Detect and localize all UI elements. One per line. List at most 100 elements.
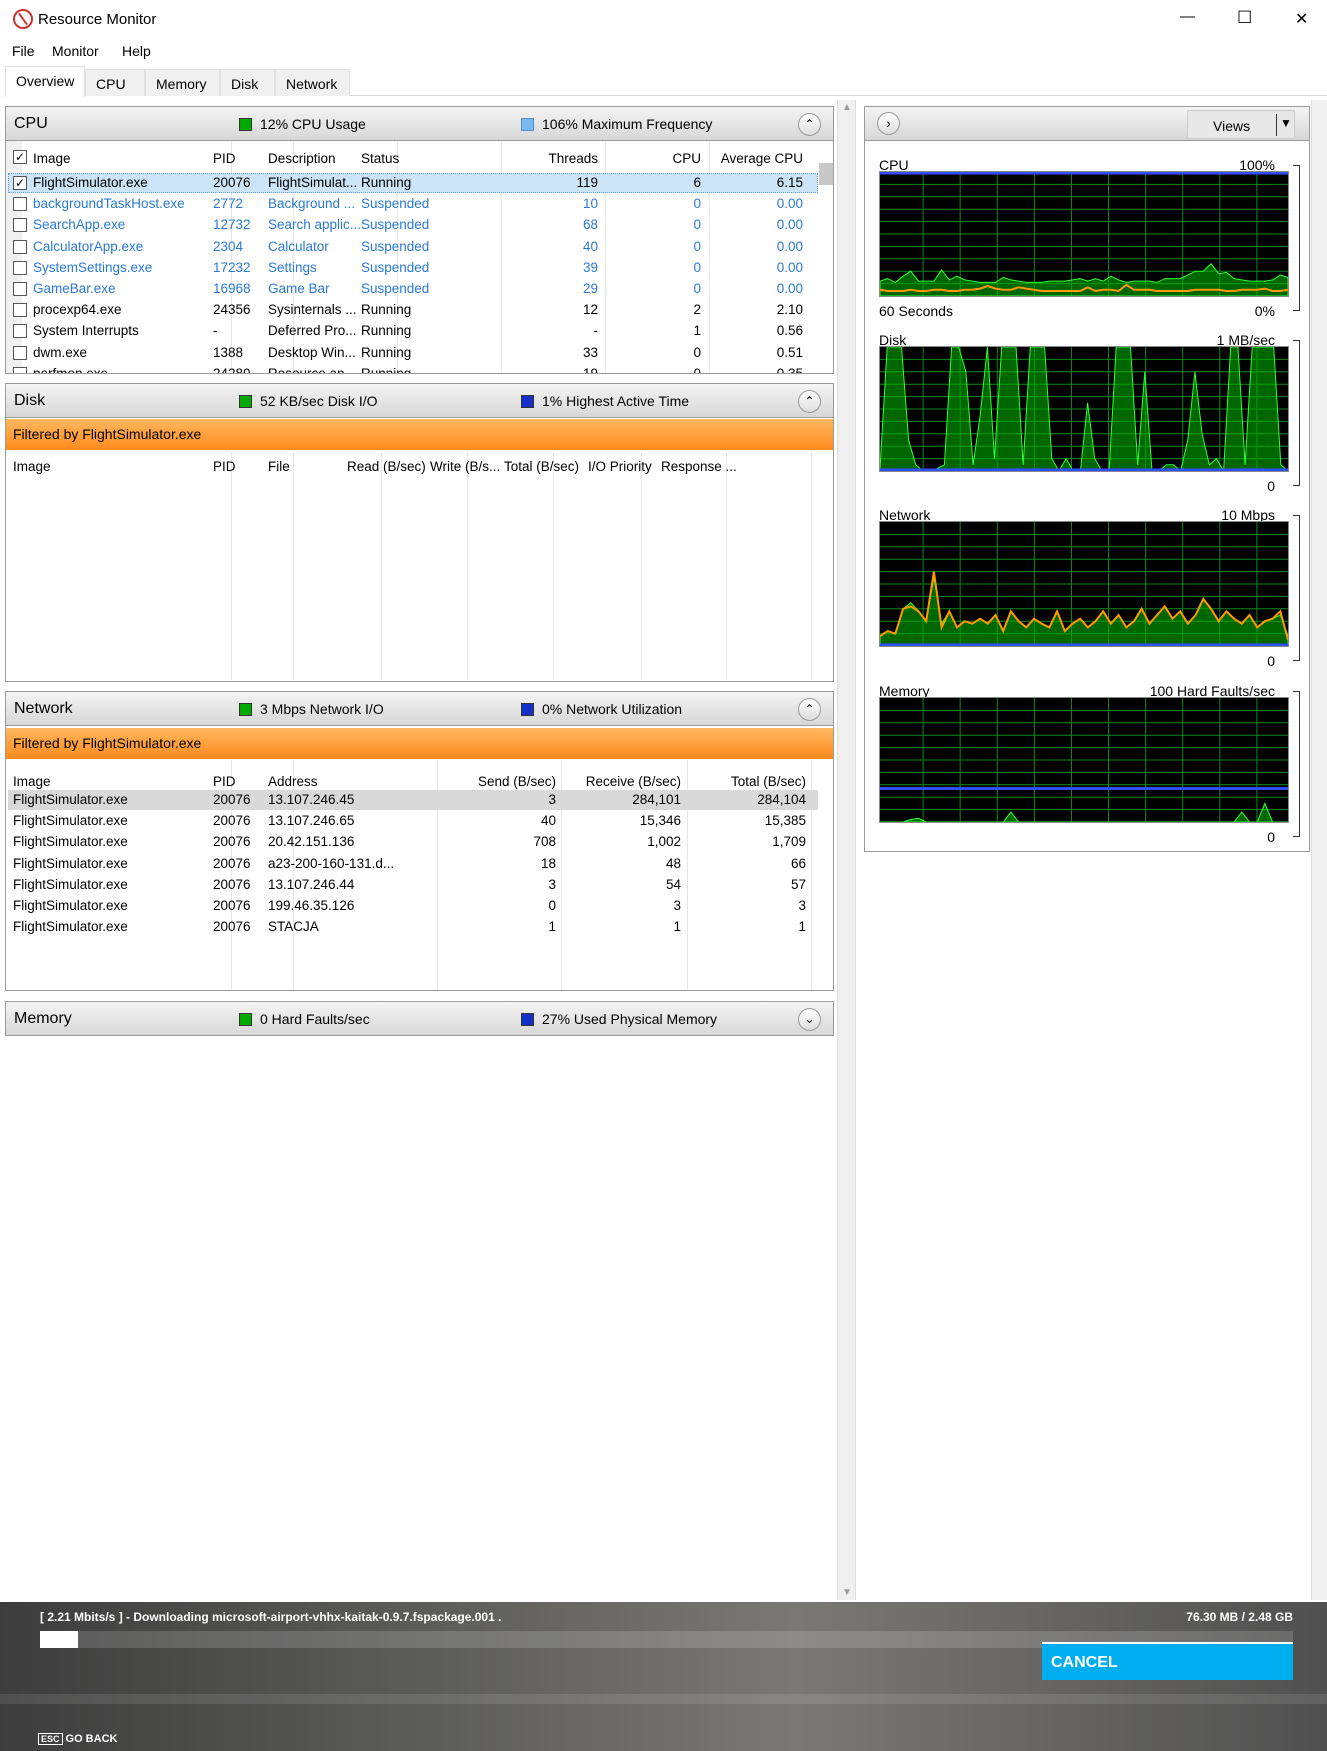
table-cell: 24356 (213, 302, 251, 318)
row-checkbox[interactable] (13, 303, 27, 318)
column-header[interactable]: Threads (498, 151, 598, 166)
table-cell: Running (361, 365, 412, 374)
menu-bar: File Monitor Help (0, 40, 1327, 64)
column-header[interactable]: CPU (601, 151, 701, 166)
row-checkbox[interactable] (13, 324, 27, 339)
column-header[interactable]: Average CPU (703, 151, 803, 166)
table-cell: perfmon.exe (33, 365, 109, 374)
row-checkbox[interactable] (13, 345, 27, 360)
table-cell: 18 (540, 855, 556, 871)
disk-filter-banner: Filtered by FlightSimulator.exe (6, 419, 833, 450)
column-header[interactable]: Write (B/s... (430, 459, 500, 474)
cpu-usage-text: 12% CPU Usage (260, 116, 366, 132)
menu-monitor[interactable]: Monitor (52, 43, 99, 59)
table-cell: Search applic... (268, 217, 362, 233)
views-button[interactable]: Views ▼ (1187, 110, 1295, 139)
scroll-up-icon[interactable]: ▲ (842, 102, 852, 113)
row-checkbox[interactable] (13, 366, 27, 373)
table-cell: 0.51 (776, 344, 803, 360)
table-cell: Suspended (361, 196, 430, 212)
table-cell: 6 (693, 175, 701, 190)
row-checkbox[interactable] (13, 197, 27, 212)
scrollbar-thumb[interactable] (819, 163, 833, 185)
disk-section-header[interactable]: Disk 52 KB/sec Disk I/O 1% Highest Activ… (5, 383, 834, 418)
expand-icon[interactable]: ⌄ (798, 1008, 821, 1031)
column-header[interactable]: Send (B/sec) (436, 774, 556, 789)
minimize-button[interactable]: — (1180, 8, 1195, 25)
column-header[interactable]: PID (213, 151, 236, 166)
table-cell: 1 (798, 919, 806, 935)
column-header[interactable]: Description (268, 151, 336, 166)
table-cell: 20076 (213, 919, 251, 935)
left-pane-scrollbar[interactable]: ▲ ▼ (837, 100, 856, 1600)
table-cell: 2.10 (776, 302, 803, 318)
network-io-indicator: 3 Mbps Network I/O (239, 701, 384, 717)
column-header[interactable]: Receive (B/sec) (561, 774, 681, 789)
green-square-icon (239, 395, 252, 408)
table-cell: System Interrupts (33, 323, 139, 339)
column-header[interactable]: PID (213, 774, 236, 789)
tab-cpu[interactable]: CPU (85, 69, 145, 96)
row-checkbox[interactable] (13, 282, 27, 296)
tab-memory[interactable]: Memory (145, 69, 220, 96)
row-checkbox[interactable] (13, 218, 27, 233)
table-cell: 24280 (213, 365, 251, 374)
row-checkbox[interactable] (13, 239, 27, 254)
graph-scale-bracket (1293, 691, 1300, 837)
table-cell: 16968 (213, 281, 251, 296)
table-cell: SystemSettings.exe (33, 259, 153, 275)
column-header[interactable]: PID (213, 459, 236, 474)
maximize-button[interactable]: ☐ (1237, 8, 1252, 28)
table-cell: CalculatorApp.exe (33, 238, 144, 254)
tab-disk[interactable]: Disk (220, 69, 275, 96)
column-header[interactable]: Image (13, 774, 51, 789)
collapse-icon[interactable]: ⌃ (798, 113, 821, 136)
table-cell: 20076 (213, 834, 251, 850)
collapse-icon[interactable]: ⌃ (798, 390, 821, 413)
table-cell: 20076 (213, 813, 251, 829)
download-overlay: [ 2.21 Mbits/s ] - Downloading microsoft… (0, 1602, 1327, 1751)
column-header[interactable]: Address (268, 774, 318, 789)
close-button[interactable]: ✕ (1295, 9, 1308, 29)
esc-key-icon: ESC (38, 1733, 63, 1745)
tab-network[interactable]: Network (275, 69, 350, 96)
graph-canvas (879, 522, 1289, 647)
table-cell: - (593, 323, 599, 339)
menu-help[interactable]: Help (122, 43, 151, 59)
column-header[interactable]: Read (B/sec) (347, 459, 426, 474)
row-checkbox[interactable]: ✓ (13, 176, 27, 190)
collapse-icon[interactable]: ⌃ (798, 698, 821, 721)
table-cell: FlightSimulator.exe (13, 919, 128, 935)
collapse-pane-button[interactable]: › (877, 112, 900, 135)
right-pane-scrollbar[interactable] (1311, 100, 1327, 1600)
column-header[interactable]: File (268, 459, 290, 474)
table-cell: 13.107.246.45 (268, 792, 355, 807)
column-header[interactable]: Image (13, 459, 51, 474)
select-all-checkbox[interactable]: ✓ (13, 150, 27, 164)
scroll-down-icon[interactable]: ▼ (842, 1587, 852, 1598)
cancel-button[interactable]: CANCEL (1042, 1642, 1293, 1680)
column-header[interactable]: Total (B/sec) (504, 459, 579, 474)
go-back-button[interactable]: ESC GO BACK (38, 1733, 117, 1745)
memory-section-header[interactable]: Memory 0 Hard Faults/sec 27% Used Physic… (5, 1001, 834, 1036)
row-checkbox[interactable] (13, 260, 27, 275)
column-header[interactable]: I/O Priority (588, 459, 652, 474)
table-cell: 20076 (213, 792, 251, 807)
table-cell: Suspended (361, 238, 430, 254)
menu-file[interactable]: File (12, 43, 35, 59)
column-header[interactable]: Response ... (661, 459, 737, 474)
table-cell: 17232 (213, 259, 251, 275)
cpu-frequency-text: 106% Maximum Frequency (542, 116, 713, 132)
column-header[interactable]: Status (361, 151, 399, 166)
column-header[interactable]: Total (B/sec) (686, 774, 806, 789)
blue-square-icon (521, 703, 534, 716)
network-section-header[interactable]: Network 3 Mbps Network I/O 0% Network Ut… (5, 691, 834, 726)
table-cell: procexp64.exe (33, 302, 122, 318)
green-square-icon (239, 1013, 252, 1026)
column-header[interactable]: Image (33, 151, 71, 166)
table-cell: 40 (540, 813, 556, 829)
tab-overview[interactable]: Overview (5, 66, 85, 97)
table-cell: FlightSimulat... (268, 175, 358, 190)
cpu-section-header[interactable]: CPU 12% CPU Usage 106% Maximum Frequency… (5, 106, 834, 141)
graphs-header: › Views ▼ (865, 107, 1309, 141)
